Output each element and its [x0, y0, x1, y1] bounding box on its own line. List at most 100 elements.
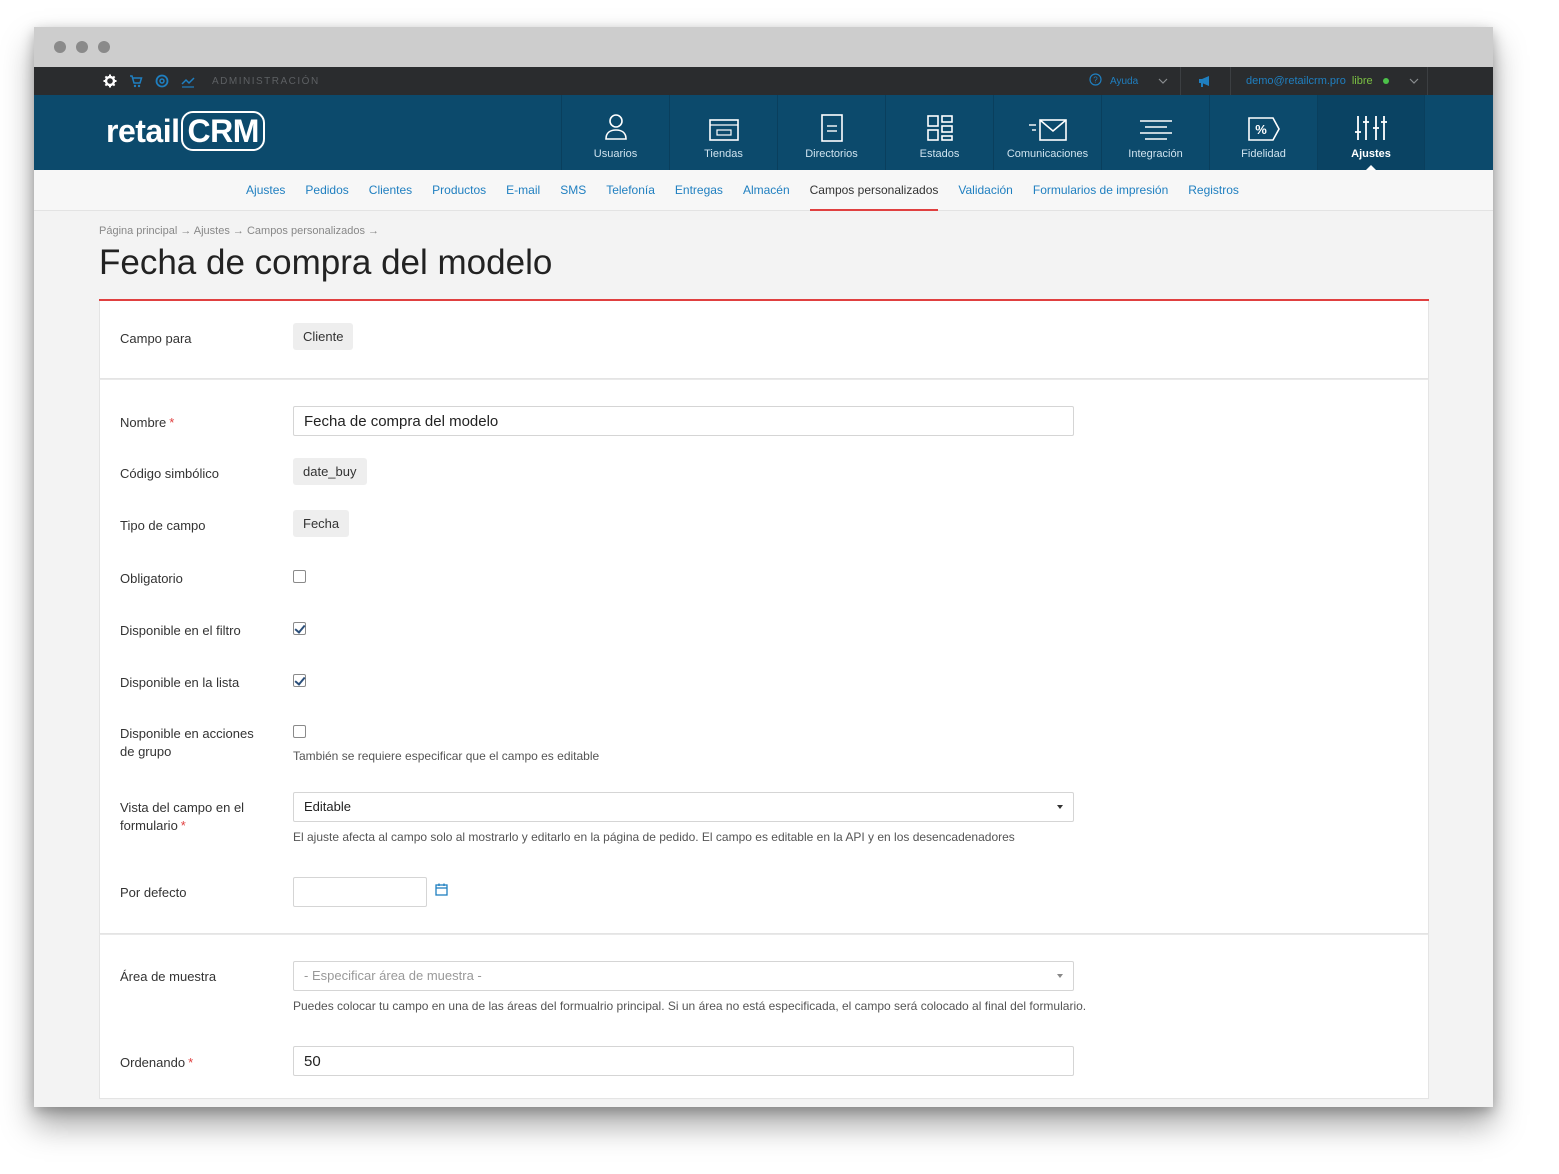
subnav-pedidos[interactable]: Pedidos	[305, 170, 348, 211]
vista-select[interactable]: Editable	[293, 792, 1074, 822]
ordenando-input[interactable]	[293, 1046, 1074, 1076]
nav-item-comunicaciones[interactable]: Comunicaciones	[993, 95, 1101, 170]
page-title: Fecha de compra del modelo	[99, 243, 1429, 301]
vista-label-line1: Vista del campo en el	[120, 800, 245, 815]
gear-icon[interactable]	[103, 74, 117, 88]
subnav-entregas[interactable]: Entregas	[675, 170, 723, 211]
window-maximize-button[interactable]	[98, 41, 110, 53]
nav-item-integracion[interactable]: Integración	[1101, 95, 1209, 170]
help-icon: ?	[1089, 73, 1102, 89]
logo-suffix: CRM	[181, 111, 265, 151]
ordenando-label: Ordenando	[120, 1055, 186, 1070]
logo-prefix: retail	[106, 113, 180, 149]
help-menu[interactable]: ? Ayuda	[1089, 67, 1168, 95]
subnav-validacion[interactable]: Validación	[958, 170, 1012, 211]
filtro-label: Disponible en el filtro	[120, 623, 241, 638]
user-email: demo@retailcrm.pro	[1246, 75, 1346, 87]
area-select[interactable]: - Especificar área de muestra -	[293, 961, 1074, 991]
tipo-value: Fecha	[293, 510, 350, 537]
subnav-sms[interactable]: SMS	[560, 170, 586, 211]
mail-icon	[1028, 119, 1067, 141]
subnav-ajustes[interactable]: Ajustes	[246, 170, 285, 211]
admin-label: ADMINISTRACIÓN	[212, 76, 320, 87]
nombre-label: Nombre	[120, 415, 167, 430]
vista-label: Vista del campo en el formulario *	[100, 792, 293, 844]
analytics-icon[interactable]	[181, 74, 195, 88]
nav-item-label: Fidelidad	[1241, 148, 1286, 160]
calendar-icon[interactable]	[435, 883, 449, 901]
browser-window: ADMINISTRACIÓN ? Ayuda demo@retailcrm.pr…	[34, 27, 1493, 1107]
required-asterisk: *	[180, 818, 186, 833]
card-placement: Área de muestra - Especificar área de mu…	[99, 934, 1429, 1099]
area-label: Área de muestra	[120, 969, 217, 984]
settings-sliders-icon	[1355, 116, 1387, 140]
nav-item-label: Integración	[1128, 148, 1183, 160]
subnav-campos-personalizados[interactable]: Campos personalizados	[809, 170, 938, 211]
window-close-button[interactable]	[54, 41, 66, 53]
dropdown-caret-icon	[1057, 974, 1063, 978]
acciones-label-line1: Disponible en acciones	[120, 726, 254, 741]
acciones-label-line2: de grupo	[120, 744, 172, 759]
obligatorio-checkbox[interactable]	[293, 570, 306, 583]
nav-item-estados[interactable]: Estados	[885, 95, 993, 170]
nav-item-label: Directorios	[805, 148, 858, 160]
nav-item-usuarios[interactable]: Usuarios	[561, 95, 669, 170]
nav-item-label: Usuarios	[593, 148, 638, 160]
nav-item-ajustes[interactable]: Ajustes	[1317, 95, 1425, 170]
card-campo-para: Campo para Cliente	[99, 301, 1429, 379]
ordenando-label-wrap: Ordenando *	[100, 1046, 293, 1076]
subnav-almacen[interactable]: Almacén	[743, 170, 790, 211]
retailcrm-logo[interactable]: retail CRM	[106, 111, 265, 151]
main-nav: retail CRM Usuarios Tiendas Directorios E…	[34, 95, 1493, 170]
nav-item-label: Tiendas	[704, 148, 743, 160]
help-label: Ayuda	[1110, 75, 1139, 87]
nav-item-label: Estados	[919, 148, 960, 160]
online-status-dot	[1382, 78, 1389, 84]
nav-item-directorios[interactable]: Directorios	[777, 95, 885, 170]
main-nav-items: Usuarios Tiendas Directorios Estados Com…	[561, 95, 1425, 170]
subnav-productos[interactable]: Productos	[432, 170, 486, 211]
area-hint: Puedes colocar tu campo en una de las ár…	[293, 999, 1087, 1013]
campo-para-value: Cliente	[293, 323, 354, 350]
admin-bar: ADMINISTRACIÓN ? Ayuda demo@retailcrm.pr…	[34, 67, 1493, 95]
nav-item-label: Comunicaciones	[1006, 148, 1089, 160]
window-titlebar	[34, 27, 1493, 67]
acciones-checkbox[interactable]	[293, 725, 306, 738]
vista-select-value: Editable	[304, 799, 351, 814]
acciones-hint: También se requiere especificar que el c…	[293, 749, 600, 763]
subnav-formularios-impresion[interactable]: Formularios de impresión	[1033, 170, 1168, 211]
defecto-date-input[interactable]	[293, 877, 427, 907]
card-main-settings: Nombre* Código simbólico date_buy Tipo d…	[99, 379, 1429, 934]
subnav-telefonia[interactable]: Telefonía	[606, 170, 655, 211]
nav-item-label: Ajustes	[1351, 148, 1391, 160]
support-icon[interactable]	[155, 74, 169, 88]
defecto-label: Por defecto	[120, 885, 187, 900]
area-select-placeholder: - Especificar área de muestra -	[304, 968, 482, 983]
breadcrumb[interactable]: Página principal → Ajustes → Campos pers…	[99, 225, 1429, 237]
user-plan: libre	[1351, 75, 1373, 87]
svg-text:?: ?	[1093, 76, 1098, 85]
dropdown-caret-icon	[1057, 805, 1063, 809]
required-asterisk: *	[188, 1055, 194, 1070]
lista-label: Disponible en la lista	[120, 675, 240, 690]
tipo-label: Tipo de campo	[120, 518, 206, 533]
subnav-email[interactable]: E-mail	[506, 170, 540, 211]
divider	[1427, 67, 1428, 95]
nombre-label-wrap: Nombre *	[100, 406, 293, 436]
nombre-input[interactable]	[293, 406, 1074, 436]
directory-icon	[820, 114, 843, 142]
page-content: Página principal → Ajustes → Campos pers…	[99, 211, 1429, 1099]
megaphone-icon[interactable]	[1197, 74, 1213, 91]
lista-checkbox[interactable]	[293, 674, 306, 687]
cart-icon[interactable]	[129, 74, 143, 88]
nav-item-fidelidad[interactable]: % Fidelidad	[1209, 95, 1317, 170]
filtro-checkbox[interactable]	[293, 622, 306, 635]
store-icon	[708, 119, 739, 141]
window-minimize-button[interactable]	[76, 41, 88, 53]
subnav-registros[interactable]: Registros	[1188, 170, 1239, 211]
divider	[1230, 67, 1231, 95]
statuses-icon	[926, 115, 953, 141]
subnav-clientes[interactable]: Clientes	[369, 170, 412, 211]
nav-item-tiendas[interactable]: Tiendas	[669, 95, 777, 170]
user-menu[interactable]: demo@retailcrm.pro libre	[1246, 67, 1419, 95]
